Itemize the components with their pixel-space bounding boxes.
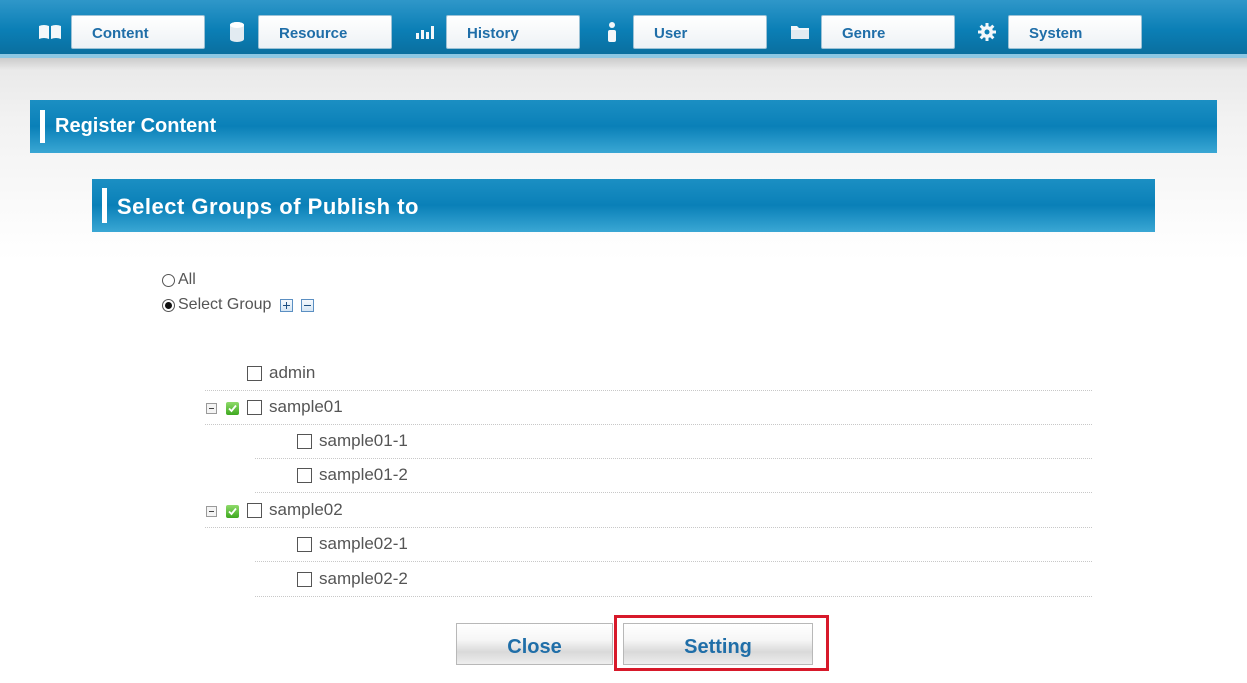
radio-select-group-row[interactable]: Select Group [162, 296, 315, 314]
tree-row-admin: admin [205, 357, 1092, 391]
title-accent-bar [40, 110, 45, 143]
radio-select-group[interactable] [162, 298, 175, 312]
nav-button-user[interactable]: User [633, 15, 767, 49]
section-title-bar: Select Groups of Publish to [92, 179, 1155, 232]
nav-button-system[interactable]: System [1008, 15, 1142, 49]
gear-icon [968, 15, 1006, 49]
select-children-check-icon[interactable] [226, 402, 239, 415]
nav-button-content[interactable]: Content [71, 15, 205, 49]
section-title: Select Groups of Publish to [117, 194, 419, 219]
nav-button-history[interactable]: History [446, 15, 580, 49]
close-button[interactable]: Close [456, 623, 613, 665]
radio-all[interactable] [162, 273, 175, 287]
checkbox-sample01-2[interactable] [297, 468, 312, 483]
group-label-sample02-1: sample02-1 [319, 534, 408, 553]
expand-all-icon[interactable] [280, 298, 294, 312]
nav-button-genre[interactable]: Genre [821, 15, 955, 49]
top-nav-shadow [0, 58, 1247, 70]
person-icon [593, 15, 631, 49]
group-label-admin: admin [269, 363, 316, 382]
section-accent-bar [102, 188, 107, 223]
group-label-sample02: sample02 [269, 500, 343, 519]
page-title-bar: Register Content [30, 100, 1217, 153]
setting-highlight-box [614, 615, 829, 671]
tree-row-sample01-2: sample01-2 [255, 459, 1092, 493]
book-icon [31, 15, 69, 49]
group-label-sample02-2: sample02-2 [319, 569, 408, 588]
database-icon [218, 15, 256, 49]
checkbox-sample02-1[interactable] [297, 537, 312, 552]
checkbox-sample01[interactable] [247, 400, 262, 415]
tree-row-sample01-1: sample01-1 [255, 425, 1092, 459]
radio-select-group-label: Select Group [178, 296, 272, 313]
folder-icon [781, 15, 819, 49]
checkbox-sample01-1[interactable] [297, 434, 312, 449]
checkbox-admin[interactable] [247, 366, 262, 381]
group-label-sample01-1: sample01-1 [319, 431, 408, 450]
nav-button-resource[interactable]: Resource [258, 15, 392, 49]
group-label-sample01: sample01 [269, 397, 343, 416]
tree-row-sample02-2: sample02-2 [255, 563, 1092, 597]
group-label-sample01-2: sample01-2 [319, 465, 408, 484]
radio-all-row[interactable]: All [162, 271, 196, 289]
page-title: Register Content [55, 115, 217, 137]
radio-all-label: All [178, 271, 196, 288]
bar-chart-icon [406, 15, 444, 49]
tree-row-sample01: sample01 [205, 391, 1092, 425]
checkbox-sample02[interactable] [247, 503, 262, 518]
collapse-toggle-icon[interactable] [206, 506, 217, 517]
tree-row-sample02: sample02 [205, 494, 1092, 528]
checkbox-sample02-2[interactable] [297, 572, 312, 587]
collapse-all-icon[interactable] [301, 298, 315, 312]
collapse-toggle-icon[interactable] [206, 403, 217, 414]
select-children-check-icon[interactable] [226, 505, 239, 518]
tree-row-sample02-1: sample02-1 [255, 528, 1092, 562]
